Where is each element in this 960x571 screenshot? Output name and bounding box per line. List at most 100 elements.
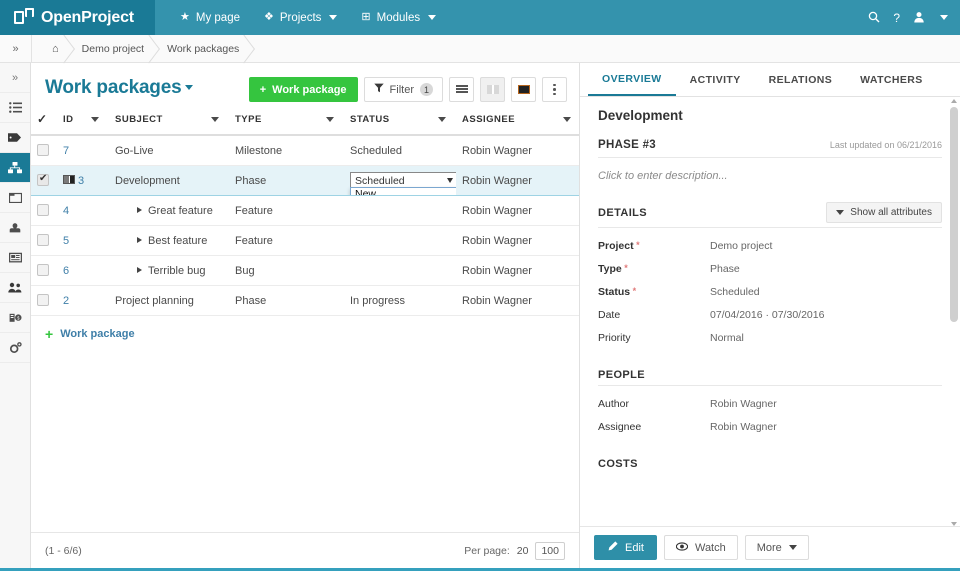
view-cards-button[interactable] bbox=[480, 77, 505, 102]
scrollbar-track[interactable] bbox=[950, 99, 958, 526]
sidebar-item-meetings[interactable] bbox=[0, 213, 30, 243]
table-row[interactable]: 3 Development Phase Scheduled New bbox=[31, 165, 579, 196]
row-checkbox-cell[interactable] bbox=[31, 285, 57, 316]
sidebar-item-budget[interactable]: $ bbox=[0, 303, 30, 333]
row-checkbox[interactable] bbox=[37, 204, 49, 216]
attribute-value[interactable]: Demo project bbox=[710, 240, 772, 252]
row-checkbox-cell[interactable] bbox=[31, 195, 57, 226]
row-id-link[interactable]: 2 bbox=[63, 295, 69, 307]
row-id-link[interactable]: 6 bbox=[63, 265, 69, 277]
row-subject-cell[interactable]: Development bbox=[109, 165, 229, 196]
sidebar-item-news[interactable] bbox=[0, 243, 30, 273]
per-page-option-100[interactable]: 100 bbox=[535, 541, 565, 560]
sidebar-item-work-packages[interactable] bbox=[0, 153, 30, 183]
sidebar-item-tag[interactable] bbox=[0, 123, 30, 153]
table-row[interactable]: 6 Terrible bug Bug Robin Wagner bbox=[31, 255, 579, 286]
watch-button[interactable]: Watch bbox=[663, 535, 738, 560]
chevron-down-icon[interactable] bbox=[940, 15, 948, 20]
row-status-cell[interactable] bbox=[344, 195, 456, 226]
row-type-cell[interactable]: Phase bbox=[229, 285, 344, 316]
row-status-cell[interactable]: Scheduled bbox=[344, 135, 456, 166]
row-checkbox[interactable] bbox=[37, 294, 49, 306]
row-id-cell[interactable]: 5 bbox=[57, 225, 109, 256]
row-assignee-cell[interactable]: Robin Wagner bbox=[456, 255, 579, 286]
create-work-package-button[interactable]: + Work package bbox=[248, 77, 358, 102]
column-header-subject[interactable]: SUBJECT bbox=[109, 102, 229, 136]
row-checkbox[interactable] bbox=[37, 264, 49, 276]
filter-button[interactable]: Filter 1 bbox=[363, 77, 443, 102]
show-all-attributes-button[interactable]: Show all attributes bbox=[826, 202, 942, 223]
app-logo[interactable]: OpenProject bbox=[0, 0, 155, 35]
add-work-package-row[interactable]: + Work package bbox=[31, 316, 579, 342]
row-assignee-cell[interactable]: Robin Wagner bbox=[456, 165, 579, 196]
column-header-type[interactable]: TYPE bbox=[229, 102, 344, 136]
row-checkbox-cell[interactable] bbox=[31, 165, 57, 196]
attribute-value[interactable]: Normal bbox=[710, 332, 744, 344]
breadcrumb-item-work-packages[interactable]: Work packages bbox=[157, 35, 252, 62]
nav-my-page[interactable]: ★ My page bbox=[169, 0, 251, 35]
row-status-cell[interactable]: In progress bbox=[344, 285, 456, 316]
breadcrumb-item-project[interactable]: Demo project bbox=[72, 35, 157, 62]
status-dropdown-list[interactable]: New To be scheduled Scheduled In progres… bbox=[350, 187, 456, 195]
more-options-button[interactable] bbox=[542, 77, 567, 102]
breadcrumb-home[interactable]: ⌂ bbox=[40, 35, 72, 62]
page-title[interactable]: Work packages bbox=[45, 77, 194, 99]
table-row[interactable]: 7 Go-Live Milestone Scheduled Robin Wagn… bbox=[31, 135, 579, 166]
edit-button[interactable]: Edit bbox=[594, 535, 657, 560]
nav-modules[interactable]: ⊞ Modules bbox=[350, 0, 447, 35]
row-checkbox-cell[interactable] bbox=[31, 225, 57, 256]
row-checkbox[interactable] bbox=[37, 234, 49, 246]
attribute-value[interactable]: Robin Wagner bbox=[710, 421, 777, 433]
status-option-new[interactable]: New bbox=[351, 188, 456, 195]
expand-triangle-icon[interactable] bbox=[137, 206, 142, 213]
row-checkbox-cell[interactable] bbox=[31, 135, 57, 166]
sidebar-item-calendar[interactable] bbox=[0, 183, 30, 213]
row-id-cell[interactable]: 2 bbox=[57, 285, 109, 316]
attribute-value[interactable]: 07/04/2016 · 07/30/2016 bbox=[710, 309, 824, 321]
tab-activity[interactable]: ACTIVITY bbox=[676, 63, 755, 96]
attribute-value[interactable]: Robin Wagner bbox=[710, 398, 777, 410]
tab-relations[interactable]: RELATIONS bbox=[755, 63, 847, 96]
row-subject-cell[interactable]: Best feature bbox=[109, 225, 229, 256]
row-assignee-cell[interactable]: Robin Wagner bbox=[456, 225, 579, 256]
row-status-cell-editing[interactable]: Scheduled New To be scheduled Scheduled … bbox=[344, 165, 456, 196]
row-type-cell[interactable]: Feature bbox=[229, 195, 344, 226]
row-id-link[interactable]: 4 bbox=[63, 205, 69, 217]
per-page-option-20[interactable]: 20 bbox=[517, 545, 529, 557]
sidebar-toggle-button[interactable]: » bbox=[0, 35, 32, 62]
row-type-cell[interactable]: Bug bbox=[229, 255, 344, 286]
row-assignee-cell[interactable]: Robin Wagner bbox=[456, 195, 579, 226]
row-subject-cell[interactable]: Terrible bug bbox=[109, 255, 229, 286]
row-checkbox-cell[interactable] bbox=[31, 255, 57, 286]
row-type-cell[interactable]: Milestone bbox=[229, 135, 344, 166]
view-fullscreen-button[interactable] bbox=[511, 77, 536, 102]
sidebar-item-settings[interactable] bbox=[0, 333, 30, 363]
row-subject-cell[interactable]: Go-Live bbox=[109, 135, 229, 166]
column-header-id[interactable]: ID bbox=[57, 102, 109, 136]
nav-projects[interactable]: ❖ Projects bbox=[253, 0, 348, 35]
table-row[interactable]: 5 Best feature Feature Robin Wagner bbox=[31, 225, 579, 256]
scroll-up-arrow-icon[interactable] bbox=[951, 99, 957, 103]
row-assignee-cell[interactable]: Robin Wagner bbox=[456, 135, 579, 166]
expand-triangle-icon[interactable] bbox=[137, 236, 142, 243]
attribute-value[interactable]: Scheduled bbox=[710, 286, 760, 298]
column-header-assignee[interactable]: ASSIGNEE bbox=[456, 102, 579, 136]
description-placeholder[interactable]: Click to enter description... bbox=[598, 170, 942, 182]
row-assignee-cell[interactable]: Robin Wagner bbox=[456, 285, 579, 316]
more-button[interactable]: More bbox=[744, 535, 809, 560]
table-row[interactable]: 4 Great feature Feature Robin Wagner bbox=[31, 195, 579, 226]
row-id-link[interactable]: 3 bbox=[78, 175, 84, 187]
attribute-value[interactable]: Phase bbox=[710, 263, 740, 275]
avatar[interactable] bbox=[913, 11, 925, 25]
row-type-cell[interactable]: Feature bbox=[229, 225, 344, 256]
view-rows-button[interactable] bbox=[449, 77, 474, 102]
row-subject-cell[interactable]: Great feature bbox=[109, 195, 229, 226]
row-checkbox[interactable] bbox=[37, 173, 49, 186]
row-id-cell[interactable]: 7 bbox=[57, 135, 109, 166]
scrollbar-thumb[interactable] bbox=[950, 107, 958, 322]
row-subject-cell[interactable]: Project planning bbox=[109, 285, 229, 316]
row-type-cell[interactable]: Phase bbox=[229, 165, 344, 196]
sidebar-item-expand[interactable]: » bbox=[0, 63, 30, 93]
expand-triangle-icon[interactable] bbox=[137, 266, 142, 273]
row-id-cell[interactable]: 6 bbox=[57, 255, 109, 286]
